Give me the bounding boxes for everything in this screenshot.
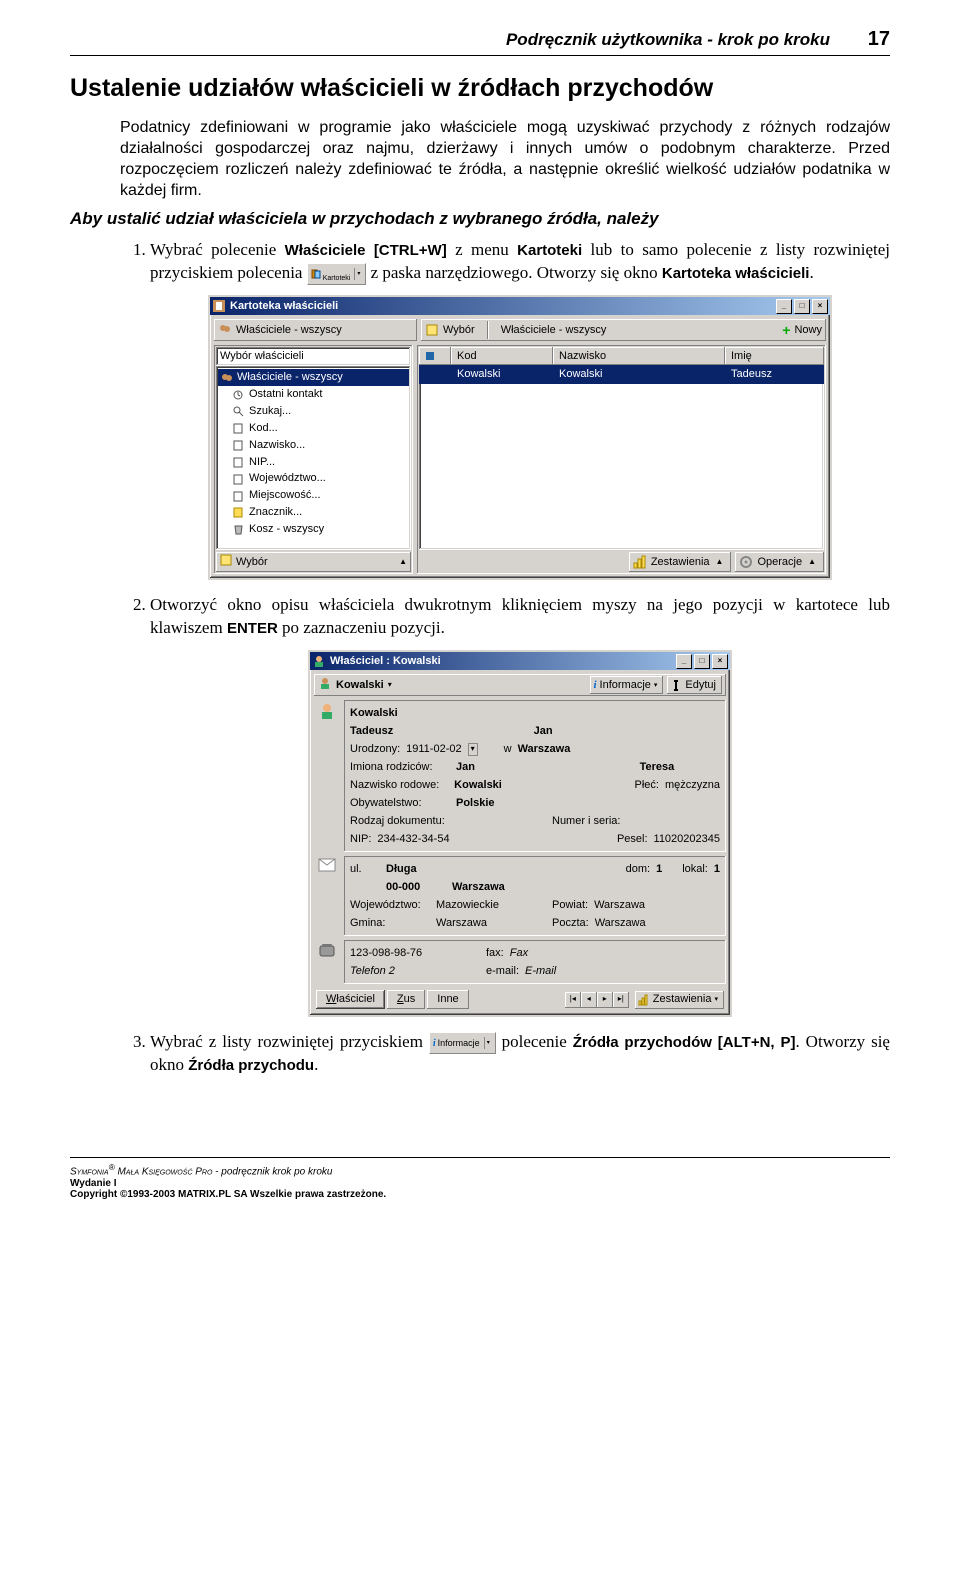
- col-kod[interactable]: Kod: [451, 347, 553, 365]
- tree-item[interactable]: Znacznik...: [218, 504, 409, 521]
- tree-item[interactable]: Kosz - wszyscy: [218, 521, 409, 538]
- dropdown-caret-icon: [484, 1037, 492, 1049]
- step-1: Wybrać polecenie Właściciele [CTRL+W] z …: [150, 239, 890, 580]
- owners-all-label[interactable]: Właściciele - wszyscy: [218, 323, 342, 338]
- titlebar[interactable]: Kartoteka właścicieli _ □ ×: [210, 297, 830, 315]
- step-2: Otworzyć okno opisu właściciela dwukrotn…: [150, 594, 890, 1017]
- tree-item[interactable]: Województwo...: [218, 470, 409, 487]
- tree-item[interactable]: Miejscowość...: [218, 487, 409, 504]
- street: Długa: [386, 862, 620, 877]
- owners-all-desc: Właściciele - wszyscy: [501, 323, 607, 338]
- mother-name: Teresa: [640, 760, 675, 775]
- step-3: Wybrać z listy rozwiniętej przyciskiem i…: [150, 1031, 890, 1077]
- maiden-name: Kowalski: [454, 778, 628, 793]
- tab-wlasciciel[interactable]: Właściciel: [316, 990, 385, 1009]
- post: Warszawa: [595, 916, 646, 931]
- nav-first[interactable]: |◂: [565, 992, 581, 1008]
- tab-inne[interactable]: Inne: [427, 990, 468, 1009]
- flat-no: 1: [714, 862, 720, 877]
- info-icon: i: [433, 1037, 436, 1051]
- birthdate: 1911-02-02: [406, 742, 461, 757]
- grid-header: Kod Nazwisko Imię: [419, 347, 824, 365]
- tab-zus[interactable]: Zus: [387, 990, 425, 1009]
- titlebar[interactable]: Właściciel : Kowalski _ □ ×: [310, 652, 730, 670]
- record-nav[interactable]: |◂ ◂ ▸ ▸|: [565, 992, 629, 1008]
- window-title: Kartoteka właścicieli: [230, 299, 774, 314]
- date-picker-button[interactable]: ▾: [468, 743, 478, 756]
- owner-name: Kowalski: [336, 678, 384, 693]
- birthplace: Warszawa: [518, 742, 571, 757]
- informacje-button[interactable]: i Informacje▾: [590, 676, 663, 694]
- maximize-button[interactable]: □: [794, 299, 810, 314]
- col-imie[interactable]: Imię: [725, 347, 824, 365]
- nip: 234-432-34-54: [377, 832, 449, 847]
- running-header: Podręcznik użytkownika - krok po kroku: [70, 30, 830, 50]
- nav-last[interactable]: ▸|: [613, 992, 629, 1008]
- surname: Kowalski: [350, 706, 398, 721]
- tree-item[interactable]: NIP...: [218, 454, 409, 471]
- wybor-button[interactable]: Wybór: [425, 323, 475, 338]
- left-caption: Wybór właścicieli: [216, 347, 411, 366]
- phone: 123-098-98-76: [350, 946, 480, 961]
- page-footer: Symfonia® Mała Księgowość Pro - podręczn…: [70, 1157, 890, 1199]
- address-icon: [314, 856, 340, 940]
- fax: Fax: [510, 946, 528, 961]
- informacje-inline-button[interactable]: i Informacje: [429, 1032, 496, 1054]
- email: E-mail: [525, 964, 556, 979]
- dropdown-caret-icon: [354, 268, 362, 280]
- tree-item[interactable]: Ostatni kontakt: [218, 386, 409, 403]
- zip: 00-000: [386, 880, 446, 895]
- minimize-button[interactable]: _: [776, 299, 792, 314]
- maximize-button[interactable]: □: [694, 654, 710, 669]
- operacje-button[interactable]: Operacje▲: [735, 552, 824, 572]
- owner-detail-window: Właściciel : Kowalski _ □ × Kowalski ▾ i: [308, 650, 732, 1017]
- father-name: Jan: [456, 760, 634, 775]
- second-name: Jan: [534, 724, 553, 739]
- grid-row-selected[interactable]: Kowalski Kowalski Tadeusz: [419, 365, 824, 384]
- minimize-button[interactable]: _: [676, 654, 692, 669]
- col-nazwisko[interactable]: Nazwisko: [553, 347, 725, 365]
- edit-icon: [670, 679, 682, 691]
- window-title: Właściciel : Kowalski: [330, 654, 674, 669]
- phone-icon: [314, 940, 340, 988]
- edytuj-button[interactable]: Edytuj: [667, 676, 722, 694]
- intro-paragraph: Podatnicy zdefiniowani w programie jako …: [120, 117, 890, 201]
- panel-icon: [314, 700, 340, 856]
- pesel: 11020202345: [654, 832, 720, 847]
- sex: mężczyzna: [665, 778, 720, 793]
- marker-col[interactable]: [419, 347, 451, 365]
- grid-body[interactable]: Kowalski Kowalski Tadeusz: [419, 365, 824, 550]
- zestawienia-button[interactable]: Zestawienia▾: [635, 991, 724, 1009]
- nav-prev[interactable]: ◂: [581, 992, 597, 1008]
- county: Warszawa: [594, 898, 645, 913]
- kartoteki-toolbar-button[interactable]: Kartoteki: [307, 263, 367, 285]
- zestawienia-button[interactable]: Zestawienia▲: [629, 552, 732, 572]
- nowy-button[interactable]: + Nowy: [782, 321, 822, 340]
- city: Warszawa: [452, 880, 505, 895]
- house-no: 1: [656, 862, 662, 877]
- tree-item[interactable]: Kod...: [218, 420, 409, 437]
- close-button[interactable]: ×: [812, 299, 828, 314]
- info-icon: i: [593, 678, 596, 693]
- selection-tree[interactable]: Właściciele - wszyscy Ostatni kontakt Sz…: [216, 366, 411, 550]
- owners-file-window: Kartoteka właścicieli _ □ × Właściciele …: [208, 295, 832, 580]
- window-icon: [312, 654, 326, 668]
- tree-root[interactable]: Właściciele - wszyscy: [218, 369, 409, 386]
- window-icon: [212, 299, 226, 313]
- first-name: Tadeusz: [350, 724, 528, 739]
- tree-item[interactable]: Nazwisko...: [218, 437, 409, 454]
- commune: Warszawa: [436, 916, 546, 931]
- province: Mazowieckie: [436, 898, 546, 913]
- citizenship: Polskie: [456, 796, 495, 811]
- close-button[interactable]: ×: [712, 654, 728, 669]
- phone2: Telefon 2: [350, 964, 480, 979]
- plus-icon: +: [782, 321, 790, 340]
- wybor-tab[interactable]: Wybór ▲: [216, 552, 411, 572]
- person-icon: [318, 676, 332, 695]
- tree-item[interactable]: Szukaj...: [218, 403, 409, 420]
- section-heading: Ustalenie udziałów właścicieli w źródłac…: [70, 74, 890, 103]
- nav-next[interactable]: ▸: [597, 992, 613, 1008]
- lead-paragraph: Aby ustalić udział właściciela w przycho…: [70, 209, 890, 229]
- page-number: 17: [830, 28, 890, 51]
